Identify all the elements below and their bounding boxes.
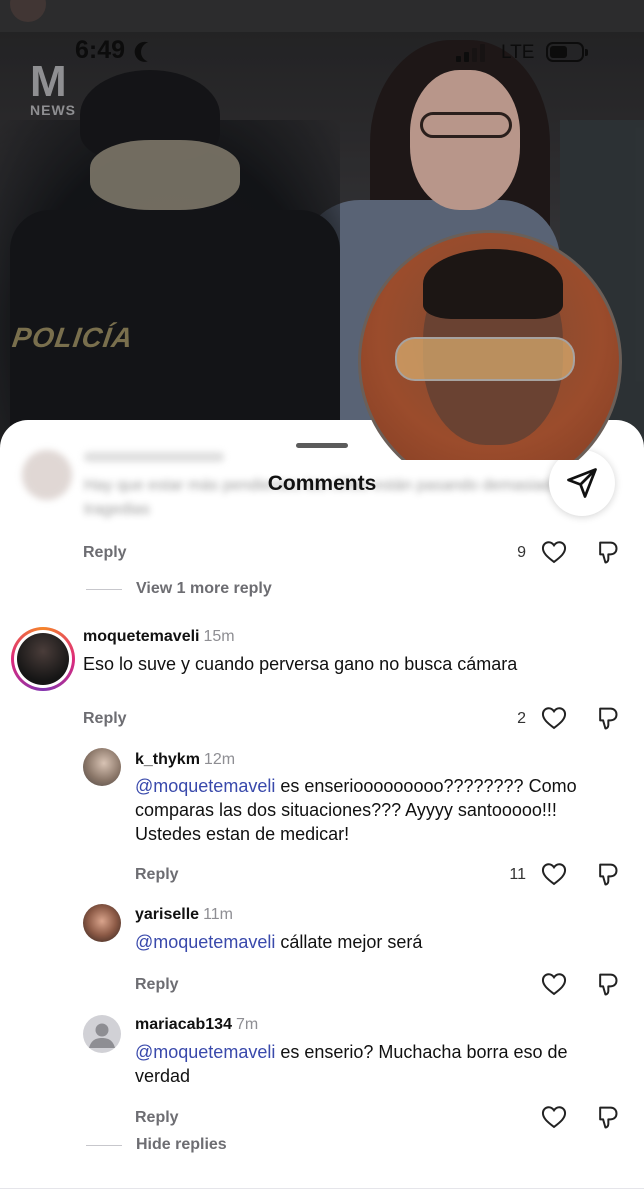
- mention-link[interactable]: @moquetemaveli: [135, 932, 275, 952]
- status-bar: 6:49 LTE: [0, 30, 644, 76]
- network-label: LTE: [501, 42, 535, 63]
- dislike-icon[interactable]: [592, 1103, 620, 1131]
- reply-text: @moquetemaveli es enserio? Muchacha borr…: [135, 1042, 568, 1086]
- like-count: 11: [509, 866, 526, 883]
- like-count: 9: [517, 544, 526, 561]
- dislike-icon[interactable]: [592, 704, 620, 732]
- moon-icon: [138, 39, 164, 65]
- dislike-icon[interactable]: [592, 860, 620, 888]
- comments-sheet: Hay que estar más pendientes los niños e…: [0, 420, 644, 1200]
- reply-time: 11m: [203, 906, 233, 923]
- reply-button[interactable]: Reply: [135, 866, 179, 884]
- dislike-icon[interactable]: [592, 970, 620, 998]
- divider: [0, 1188, 644, 1189]
- divider: [86, 589, 122, 590]
- reply-button[interactable]: Reply: [83, 710, 127, 728]
- avatar[interactable]: [83, 904, 121, 942]
- battery-icon: [546, 42, 588, 62]
- like-count: 2: [517, 710, 526, 727]
- comment-username[interactable]: moquetemaveli 15m: [83, 628, 235, 646]
- default-avatar-icon: [89, 1023, 115, 1048]
- reply-time: 7m: [235, 1016, 259, 1033]
- mention-link[interactable]: @moquetemaveli: [135, 1042, 275, 1062]
- sheet-grabber[interactable]: [296, 443, 348, 448]
- heart-icon[interactable]: [540, 538, 568, 566]
- dislike-icon[interactable]: [592, 538, 620, 566]
- heart-icon[interactable]: [540, 860, 568, 888]
- mention-link[interactable]: @moquetemaveli: [135, 776, 275, 796]
- reply-username[interactable]: k_thykm 12m: [135, 751, 235, 769]
- reply-button[interactable]: Reply: [135, 976, 179, 994]
- reply-button[interactable]: Reply: [135, 1109, 179, 1127]
- divider: [86, 1145, 122, 1146]
- hide-replies-button[interactable]: Hide replies: [136, 1136, 227, 1154]
- avatar[interactable]: [83, 1015, 121, 1053]
- status-time: 6:49: [75, 36, 126, 64]
- view-more-replies[interactable]: View 1 more reply: [136, 580, 272, 598]
- sheet-title: Comments: [267, 472, 377, 495]
- reply-username[interactable]: mariacab134 7m: [135, 1016, 258, 1034]
- send-icon: [567, 468, 597, 498]
- comment-text: Eso lo suve y cuando perversa gano no bu…: [83, 654, 518, 674]
- reply-button[interactable]: Reply: [83, 544, 127, 562]
- reply-text: @moquetemaveli es enseriooooooooo???????…: [135, 776, 577, 844]
- signal-icon: [456, 42, 488, 62]
- avatar[interactable]: [11, 627, 75, 691]
- comment-time: 15m: [203, 628, 235, 645]
- reply-time: 12m: [203, 751, 236, 768]
- heart-icon[interactable]: [540, 704, 568, 732]
- avatar[interactable]: [83, 748, 121, 786]
- reply-username[interactable]: yariselle 11m: [135, 906, 233, 924]
- heart-icon[interactable]: [540, 970, 568, 998]
- reply-text: @moquetemaveli cállate mejor será: [135, 932, 423, 952]
- heart-icon[interactable]: [540, 1103, 568, 1131]
